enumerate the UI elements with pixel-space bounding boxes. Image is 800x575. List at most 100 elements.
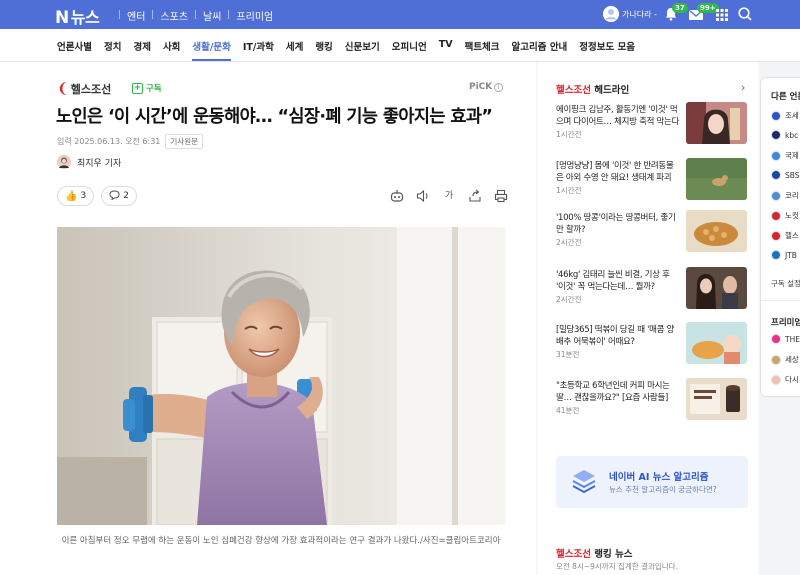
other-press-panel: 다른 언론 조세 kbc 국제 SBS 코리노컷헬스 JTB 구독 설정 프리미엄 THE… (760, 77, 800, 397)
other-press-item[interactable]: 헬스 (771, 230, 799, 241)
pick-badge[interactable]: PiCK i (469, 82, 504, 92)
ai-algorithm-banner[interactable]: 네이버 AI 뉴스 알고리즘 뉴스 추천 알고리즘이 궁금하다면? (556, 456, 748, 508)
service-links: 엔터 스포츠 날씨 프리미엄 (112, 8, 273, 23)
category-tab[interactable]: 오피니언 (392, 39, 427, 53)
global-header: N 뉴스 엔터 스포츠 날씨 프리미엄 가나다라 - 37 99+ (0, 0, 800, 29)
notification-badge: 37 (672, 3, 688, 13)
font-size-button[interactable]: 가 (440, 188, 458, 204)
info-icon[interactable]: i (494, 83, 504, 92)
other-press-item[interactable]: 코리 (771, 190, 799, 201)
headline-thumbnail (686, 210, 747, 252)
user-avatar[interactable] (603, 6, 619, 22)
press-logo-icon (771, 250, 781, 260)
user-name[interactable]: 가나다라 - (622, 9, 657, 20)
headline-thumbnail (686, 378, 747, 420)
other-press-item[interactable]: 국제 (771, 150, 799, 161)
headline-thumbnail (686, 102, 747, 144)
summary-bot-icon[interactable] (388, 188, 406, 204)
other-press-item[interactable]: kbc (771, 130, 798, 140)
other-press-item[interactable]: SBS (771, 170, 800, 180)
category-tab[interactable]: 경제 (133, 39, 150, 53)
reporter-avatar (57, 155, 71, 169)
press-logo-icon (771, 210, 781, 221)
category-tab[interactable]: 언론사별 (57, 39, 92, 53)
reaction-button[interactable]: 👍 3 (57, 186, 95, 206)
comment-icon (109, 189, 120, 203)
headline-item[interactable]: [멍멍냥냥] 몸에 '이것' 한 반려동물은 아외 수영 안 돼요! 생태계 파… (556, 158, 748, 206)
category-tab[interactable]: 신문보기 (345, 39, 380, 53)
headline-thumbnail (686, 267, 747, 309)
category-tab[interactable]: 정정보도 모음 (579, 39, 635, 53)
headline-item[interactable]: '100% 땅콩'이라는 땅콩버터, 좋기만 할까? 2시간전 (556, 210, 748, 258)
press-logo-icon (771, 170, 781, 180)
article-panel: ❨ 헬스조선 + 구독 PiCK i 노인은 ‘이 시간’에 운동해야… “심장·… (0, 62, 536, 575)
premium-logo-icon (771, 354, 781, 365)
other-press-item[interactable]: JTB (771, 250, 797, 260)
category-tab[interactable]: 생활/문화 (192, 39, 232, 61)
category-tab[interactable]: 사회 (163, 39, 180, 53)
press-logo-icon (771, 190, 781, 201)
category-tab[interactable]: IT/과학 (243, 39, 274, 53)
ranking-heading[interactable]: 헬스조선 랭킹 뉴스 (556, 546, 633, 560)
premium-item[interactable]: 다시 (771, 374, 799, 385)
press-logo-icon (771, 130, 781, 140)
reporter[interactable]: 최지우 기자 (57, 155, 121, 169)
reactions-bar: 👍 3 2 (57, 186, 144, 206)
category-tab[interactable]: 알고리즘 안내 (512, 39, 568, 53)
healthchosun-mark-icon: ❨ (57, 81, 69, 97)
mail-icon[interactable]: 99+ (688, 3, 719, 21)
category-tab[interactable]: TV (439, 39, 453, 53)
link-premium[interactable]: 프리미엄 (236, 8, 273, 23)
share-icon[interactable] (466, 188, 484, 204)
ai-layers-icon (569, 466, 599, 496)
premium-item[interactable]: 세상 (771, 354, 799, 365)
article-photo (57, 227, 505, 525)
speaker-icon[interactable] (414, 188, 432, 204)
link-sports[interactable]: 스포츠 (160, 8, 188, 23)
ranking-subtext: 오전 8시~9시까지 집계한 결과입니다. (556, 562, 678, 571)
category-tab[interactable]: 세계 (286, 39, 303, 53)
link-entertainment[interactable]: 엔터 (127, 8, 145, 23)
article-headline: 노인은 ‘이 시간’에 운동해야… “심장·폐 기능 좋아지는 효과” (56, 107, 493, 127)
search-icon[interactable] (737, 6, 753, 22)
bell-icon[interactable]: 37 (663, 3, 688, 22)
premium-logo-icon (771, 334, 781, 344)
headline-item[interactable]: [밀당365] 떡볶이 당길 때 '매콤 양배추 어묵볶이' 어때요? 31분전 (556, 322, 748, 370)
reaction-emoji-icon: 👍 (65, 190, 78, 202)
article-tools: 가 (388, 188, 518, 204)
press-logo-icon (771, 110, 781, 121)
naver-news-logo[interactable]: N 뉴스 (55, 4, 100, 28)
comment-button[interactable]: 2 (101, 186, 137, 206)
headline-item[interactable]: 에이핑크 김남주, 활동기엔 '이것' 먹으며 다이어트… 체지방 축적 막는다… (556, 102, 748, 150)
article-meta: 입력 2025.06.13. 오전 6:31 기사원문 (57, 134, 203, 149)
subscribe-button[interactable]: + 구독 (132, 82, 162, 94)
headline-item[interactable]: "초등학교 6학년인데 커피 마시는 딸… 괜찮을까요?" [요즘 사람들] 4… (556, 378, 748, 426)
photo-caption: 이른 아침부터 정오 무렵에 하는 운동이 노인 심폐건강 향상에 가장 효과적… (61, 536, 501, 546)
headline-item[interactable]: '46kg' 김태리 늘씬 비결, 기상 후 '이것' 꼭 먹는다는데… 뭘까?… (556, 267, 748, 315)
plus-icon: + (132, 82, 143, 94)
font-size-icon: 가 (444, 191, 454, 201)
link-weather[interactable]: 날씨 (203, 8, 221, 23)
premium-logo-icon (771, 374, 781, 385)
print-icon[interactable] (492, 188, 510, 204)
other-press-item[interactable]: 조세 (771, 110, 799, 121)
subscribe-settings-button[interactable]: 구독 설정 (771, 278, 800, 289)
other-press-heading: 다른 언론 (771, 92, 800, 102)
original-article-button[interactable]: 기사원문 (165, 134, 203, 149)
category-tab[interactable]: 팩트체크 (465, 39, 500, 53)
publish-date: 입력 2025.06.13. 오전 6:31 (57, 137, 161, 146)
category-nav: 언론사별 정치 경제 사회 생활/문화 IT/과학 세계 랭킹 신문보기 오피니언 TV 팩트체크 알고… (0, 29, 800, 62)
press-logo[interactable]: ❨ 헬스조선 (57, 81, 111, 97)
reporter-name: 최지우 기자 (77, 158, 122, 169)
apps-grid-icon[interactable] (715, 7, 729, 21)
premium-item[interactable]: THE (771, 334, 800, 344)
headlines-heading[interactable]: 헬스조선 헤드라인 (556, 82, 629, 96)
category-tab[interactable]: 정치 (104, 39, 121, 53)
chevron-right-icon[interactable]: › (741, 81, 745, 94)
headline-thumbnail (686, 158, 747, 200)
press-headlines-panel: 헬스조선 헤드라인 › 에이핑크 김남주, 활동기엔 '이것' 먹으며 다이어트… (537, 62, 759, 575)
press-logo-icon (771, 150, 781, 161)
category-tab[interactable]: 랭킹 (315, 39, 332, 53)
other-press-item[interactable]: 노컷 (771, 210, 799, 221)
premium-heading: 프리미엄 (771, 318, 800, 328)
